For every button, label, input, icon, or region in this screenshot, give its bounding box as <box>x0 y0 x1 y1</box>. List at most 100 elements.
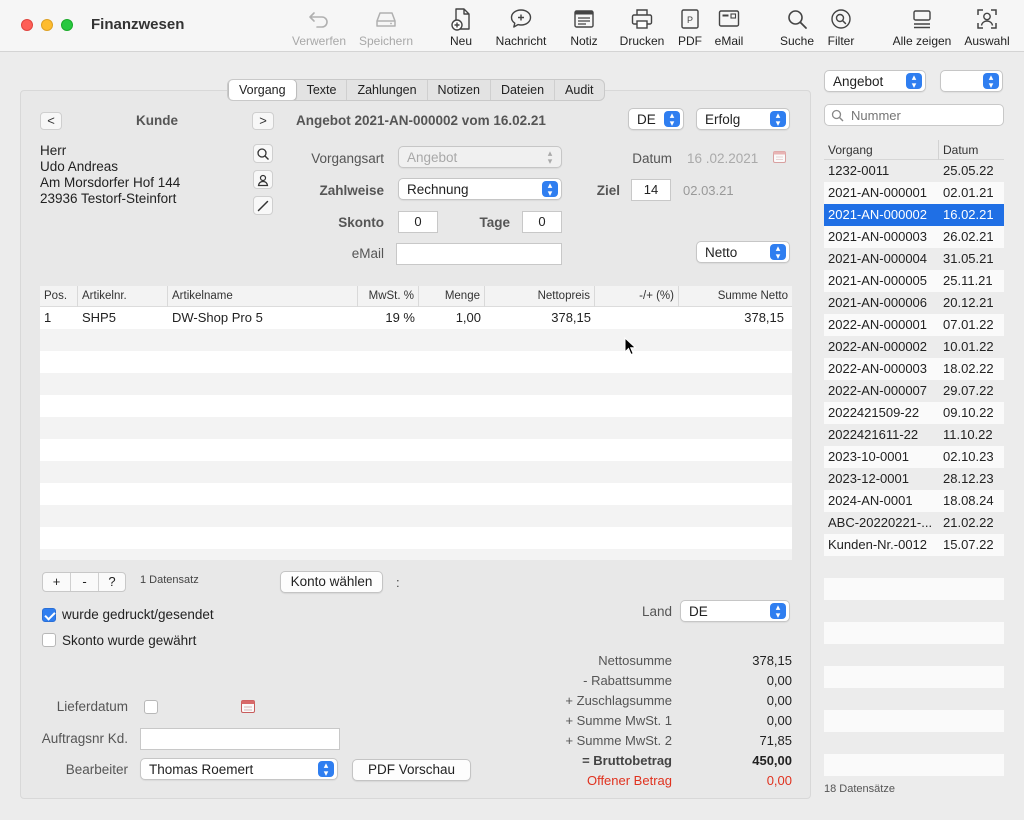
list-item-vorgang: 2024-AN-0001 <box>828 493 913 508</box>
col-vorgang[interactable]: Vorgang <box>828 143 873 157</box>
sum-value: 0,00 <box>766 693 792 708</box>
tab-texte[interactable]: Texte <box>297 80 348 100</box>
notiz-button[interactable]: Notiz <box>566 6 602 48</box>
add-row-button[interactable]: + <box>43 573 71 591</box>
email-button[interactable]: eMail <box>712 6 746 48</box>
pdf-vorschau-button[interactable]: PDF Vorschau <box>352 759 471 781</box>
list-item[interactable]: 2022-AN-000001 07.01.22 <box>824 314 1004 336</box>
calendar-icon[interactable] <box>240 698 256 714</box>
minimize-window-button[interactable] <box>41 19 53 31</box>
alle-zeigen-button[interactable]: Alle zeigen <box>890 6 954 48</box>
tab-dateien[interactable]: Dateien <box>491 80 556 100</box>
tab-audit[interactable]: Audit <box>555 80 604 100</box>
col-artikelname[interactable]: Artikelname <box>168 286 358 307</box>
document-type-select[interactable]: Angebot ▴ ▾ <box>824 70 926 92</box>
list-item[interactable]: 2021-AN-000005 25.11.21 <box>824 270 1004 292</box>
zoom-window-button[interactable] <box>61 19 73 31</box>
message-add-icon <box>510 9 532 28</box>
col-mwst[interactable]: MwSt. % <box>358 286 419 307</box>
sidebar-search-field[interactable] <box>824 104 1004 126</box>
skonto-gewaehrt-checkbox[interactable] <box>42 633 56 647</box>
vorgangsart-select[interactable]: Angebot ▴ ▾ <box>398 146 562 168</box>
calendar-icon[interactable] <box>772 149 787 164</box>
kunde-label: Kunde <box>136 113 178 128</box>
tab-zahlungen[interactable]: Zahlungen <box>347 80 428 100</box>
datum-field[interactable]: 16 .02.2021 <box>687 151 758 166</box>
email-field[interactable] <box>396 243 562 265</box>
cell-menge: 1,00 <box>455 310 481 325</box>
list-item[interactable]: 2021-AN-000001 02.01.21 <box>824 182 1004 204</box>
list-item[interactable]: 2023-12-0001 28.12.23 <box>824 468 1004 490</box>
close-window-button[interactable] <box>21 19 33 31</box>
drucken-label: Drucken <box>619 34 665 48</box>
pdf-icon: P <box>681 9 699 29</box>
table-row[interactable]: 1 SHP5 DW-Shop Pro 5 19 % 1,00 378,15 37… <box>40 307 792 329</box>
person-icon <box>257 174 269 187</box>
drucken-button[interactable]: Drucken <box>618 6 666 48</box>
email-label: eMail <box>714 34 744 48</box>
col-pos[interactable]: Pos. <box>40 286 78 307</box>
col-summe-netto[interactable]: Summe Netto <box>679 286 792 307</box>
list-item[interactable]: Kunden-Nr.-0012 15.07.22 <box>824 534 1004 556</box>
verwerfen-button[interactable]: Verwerfen <box>288 6 350 48</box>
tage-input[interactable]: 0 <box>522 211 562 233</box>
col-artikelnr[interactable]: Artikelnr. <box>78 286 168 307</box>
list-empty-row <box>824 578 1004 600</box>
tab-notizen[interactable]: Notizen <box>428 80 491 100</box>
help-button[interactable]: ? <box>99 573 125 591</box>
col-menge[interactable]: Menge <box>419 286 485 307</box>
col-datum[interactable]: Datum <box>943 143 978 157</box>
edit-customer-button[interactable] <box>253 196 273 215</box>
suche-button[interactable]: Suche <box>778 6 816 48</box>
search-customer-button[interactable] <box>253 144 273 163</box>
neu-button[interactable]: Neu <box>444 6 478 48</box>
skonto-input[interactable]: 0 <box>398 211 438 233</box>
netto-value: Netto <box>705 245 738 260</box>
sidebar-search-input[interactable] <box>849 106 999 124</box>
col-nettopreis[interactable]: Nettopreis <box>485 286 595 307</box>
gedruckt-checkbox[interactable] <box>42 608 56 622</box>
customer-contact-button[interactable] <box>253 170 273 189</box>
konto-waehlen-button[interactable]: Konto wählen <box>280 571 383 593</box>
ziel-input[interactable]: 14 <box>631 179 671 201</box>
list-item[interactable]: 2021-AN-000002 16.02.21 <box>824 204 1004 226</box>
list-item[interactable]: 2022421509-22 09.10.22 <box>824 402 1004 424</box>
status-select[interactable]: Erfolg ▴ ▾ <box>696 108 790 130</box>
table-empty-row <box>40 461 792 483</box>
previous-customer-button[interactable]: < <box>40 112 62 130</box>
filter-label: Filter <box>827 34 855 48</box>
list-item[interactable]: 2023-10-0001 02.10.23 <box>824 446 1004 468</box>
pdf-button[interactable]: P PDF <box>676 6 704 48</box>
list-item[interactable]: 2021-AN-000003 26.02.21 <box>824 226 1004 248</box>
list-item-vorgang: 2022-AN-000001 <box>828 317 928 332</box>
auftragsnr-input[interactable] <box>140 728 340 750</box>
list-item[interactable]: 2022-AN-000007 29.07.22 <box>824 380 1004 402</box>
lieferdatum-checkbox[interactable] <box>144 700 158 714</box>
list-item[interactable]: 2024-AN-0001 18.08.24 <box>824 490 1004 512</box>
auswahl-button[interactable]: Auswahl <box>962 6 1012 48</box>
cell-nettopreis: 378,15 <box>551 310 591 325</box>
tab-vorgang[interactable]: Vorgang <box>228 80 297 100</box>
bearbeiter-select[interactable]: Thomas Roemert ▴ ▾ <box>140 758 338 780</box>
netto-brutto-select[interactable]: Netto ▴ ▾ <box>696 241 790 263</box>
list-item[interactable]: 1232-0011 25.05.22 <box>824 160 1004 182</box>
remove-row-button[interactable]: - <box>71 573 99 591</box>
list-item[interactable]: 2021-AN-000006 20.12.21 <box>824 292 1004 314</box>
person-select-icon <box>977 9 997 29</box>
list-item[interactable]: 2022421611-22 11.10.22 <box>824 424 1004 446</box>
filter-button[interactable]: Filter <box>824 6 858 48</box>
address-line: Udo Andreas <box>40 159 119 174</box>
list-item-datum: 29.07.22 <box>943 383 994 398</box>
nachricht-button[interactable]: Nachricht <box>494 6 548 48</box>
speichern-button[interactable]: Speichern <box>356 6 416 48</box>
list-item[interactable]: 2021-AN-000004 31.05.21 <box>824 248 1004 270</box>
col-rabatt[interactable]: -/+ (%) <box>595 286 679 307</box>
language-select[interactable]: DE ▴ ▾ <box>628 108 684 130</box>
list-item[interactable]: 2022-AN-000002 10.01.22 <box>824 336 1004 358</box>
list-item[interactable]: 2022-AN-000003 18.02.22 <box>824 358 1004 380</box>
land-select[interactable]: DE ▴ ▾ <box>680 600 790 622</box>
zahlweise-select[interactable]: Rechnung ▴ ▾ <box>398 178 562 200</box>
list-item[interactable]: ABC-20220221-... 21.02.22 <box>824 512 1004 534</box>
secondary-filter-select[interactable]: ▴ ▾ <box>940 70 1003 92</box>
next-customer-button[interactable]: > <box>252 112 274 130</box>
